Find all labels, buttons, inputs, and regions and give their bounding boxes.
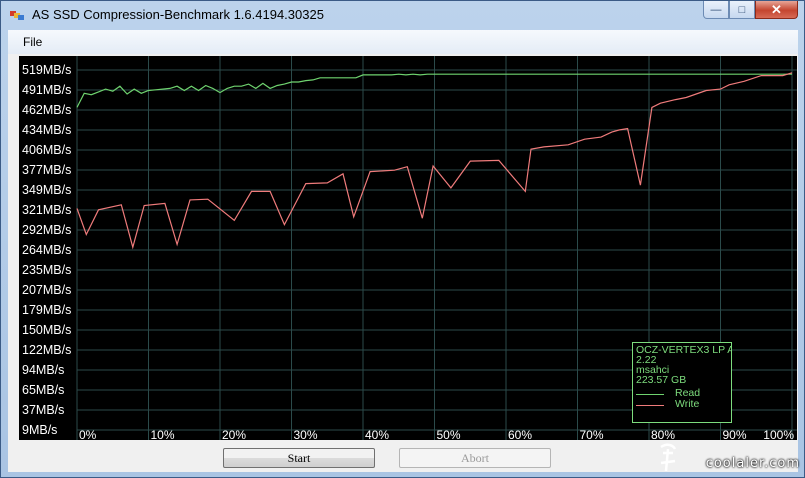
y-tick-label: 264MB/s — [22, 243, 71, 257]
title-bar[interactable]: AS SSD Compression-Benchmark 1.6.4194.30… — [1, 1, 804, 30]
legend-read-swatch — [636, 394, 664, 395]
window-controls: — □ ✕ — [703, 1, 798, 21]
y-tick-label: 122MB/s — [22, 343, 71, 357]
window-title: AS SSD Compression-Benchmark 1.6.4194.30… — [32, 7, 324, 22]
minimize-button[interactable]: — — [703, 1, 729, 19]
x-tick-label: 80% — [651, 428, 675, 440]
y-tick-label: 434MB/s — [22, 123, 71, 137]
x-tick-label: 20% — [222, 428, 246, 440]
maximize-button[interactable]: □ — [729, 1, 755, 19]
menu-bar: File — [8, 30, 798, 54]
app-window: AS SSD Compression-Benchmark 1.6.4194.30… — [0, 0, 805, 478]
legend-write-swatch — [636, 405, 664, 406]
watermark-text: coolaler.com — [705, 456, 800, 471]
y-tick-label: 37MB/s — [22, 403, 64, 417]
y-tick-label: 235MB/s — [22, 263, 71, 277]
y-tick-label: 292MB/s — [22, 223, 71, 237]
y-tick-label: 519MB/s — [22, 63, 71, 77]
y-tick-label: 349MB/s — [22, 183, 71, 197]
y-tick-label: 65MB/s — [22, 383, 64, 397]
x-tick-label: 70% — [580, 428, 604, 440]
y-tick-label: 491MB/s — [22, 83, 71, 97]
legend-write-label: Write — [675, 398, 700, 410]
x-tick-label: 100% — [763, 428, 794, 440]
y-tick-label: 179MB/s — [22, 303, 71, 317]
client-area: File 519MB/s 491MB/s 462MB/s 434MB/s 406MB/s… — [8, 30, 798, 472]
y-tick-label: 94MB/s — [22, 363, 64, 377]
close-button[interactable]: ✕ — [755, 1, 798, 19]
legend-capacity: 223.57 GB — [636, 374, 687, 386]
x-tick-label: 0% — [79, 428, 97, 440]
x-tick-label: 60% — [508, 428, 532, 440]
menu-file[interactable]: File — [17, 34, 48, 50]
y-tick-label: 207MB/s — [22, 283, 71, 297]
x-tick-label: 90% — [723, 428, 747, 440]
legend-read-label: Read — [675, 387, 701, 399]
y-tick-label: 9MB/s — [22, 423, 57, 437]
x-tick-label: 30% — [294, 428, 318, 440]
start-button[interactable]: Start — [223, 448, 375, 468]
y-tick-label: 150MB/s — [22, 323, 71, 337]
x-tick-label: 40% — [365, 428, 389, 440]
y-tick-label: 462MB/s — [22, 103, 71, 117]
watermark-logo-icon — [660, 443, 677, 472]
y-tick-label: 406MB/s — [22, 143, 71, 157]
app-icon — [10, 11, 24, 20]
y-tick-label: 321MB/s — [22, 203, 71, 217]
benchmark-chart: 519MB/s 491MB/s 462MB/s 434MB/s 406MB/s 377MB… — [19, 56, 797, 440]
x-tick-label: 10% — [151, 428, 175, 440]
device-legend: OCZ-VERTEX3 LP A 2.22 msahci 223.57 GB R… — [632, 342, 732, 423]
abort-button[interactable]: Abort — [399, 448, 551, 468]
x-tick-label: 50% — [437, 428, 461, 440]
y-tick-label: 377MB/s — [22, 163, 71, 177]
